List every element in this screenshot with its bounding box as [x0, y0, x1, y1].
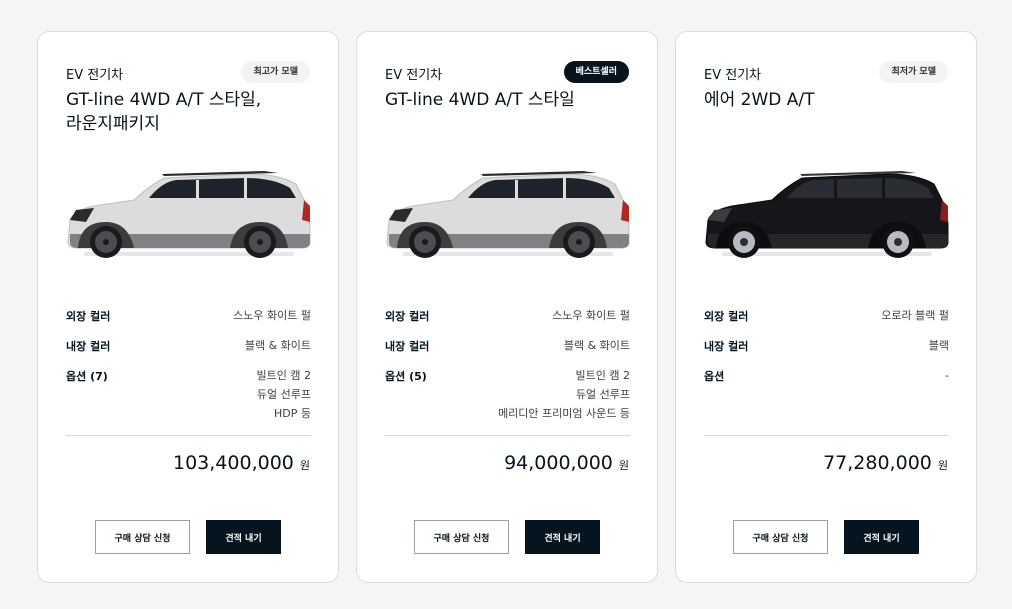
option-item: HDP 등 [274, 407, 311, 420]
option-item: 빌트인 캠 2 [256, 369, 311, 382]
spec-label: 내장 컬러 [385, 340, 430, 353]
category-label: EV 전기차 [66, 68, 124, 83]
spec-value: 블랙 & 화이트 [563, 339, 630, 352]
spec-label: 외장 컬러 [704, 310, 749, 323]
option-item: 듀얼 선루프 [575, 388, 630, 401]
price-unit: 원 [937, 459, 948, 472]
category-label: EV 전기차 [385, 68, 443, 83]
spec-list: 외장 컬러 스노우 화이트 펄 내장 컬러 블랙 & 화이트 옵션 (5) 빌트… [385, 308, 630, 436]
purchase-consult-button[interactable]: 구매 상담 신청 [733, 520, 828, 554]
price-value: 94,000,000 [504, 452, 613, 474]
divider [66, 435, 311, 436]
spec-list: 외장 컬러 오로라 블랙 펄 내장 컬러 블랙 옵션 - [704, 308, 949, 398]
spec-label: 옵션 (5) [385, 370, 427, 383]
get-quote-button[interactable]: 견적 내기 [525, 520, 600, 554]
price-unit: 원 [299, 459, 310, 472]
price-value: 77,280,000 [823, 452, 932, 474]
option-item: 빌트인 캠 2 [575, 369, 630, 382]
model-name-line-1: 에어 2WD A/T [704, 90, 815, 110]
model-name: GT-line 4WD A/T 스타일, 라운지패키지 [66, 88, 316, 136]
model-name: GT-line 4WD A/T 스타일 [385, 88, 635, 112]
price: 94,000,000 원 [504, 452, 629, 474]
car-image-black [705, 171, 949, 258]
spec-options: 옵션 (5) 빌트인 캠 2 듀얼 선루프 메리디안 프리미엄 사운드 등 [385, 368, 630, 423]
price-value: 103,400,000 [173, 452, 294, 474]
option-item: 듀얼 선루프 [256, 388, 311, 401]
spec-value: 오로라 블랙 펄 [881, 309, 949, 322]
spec-value-list: 빌트인 캠 2 듀얼 선루프 HDP 등 [257, 366, 311, 423]
car-image-white [67, 171, 311, 258]
price-unit: 원 [618, 459, 629, 472]
model-card: EV 전기차 최저가 모델 에어 2WD A/T 외장 컬러 오로라 블랙 펄 … [675, 31, 977, 583]
purchase-consult-button[interactable]: 구매 상담 신청 [414, 520, 509, 554]
model-card: EV 전기차 베스트셀러 GT-line 4WD A/T 스타일 외장 컬러 스… [356, 31, 658, 583]
spec-exterior: 외장 컬러 스노우 화이트 펄 [385, 308, 630, 325]
spec-label: 외장 컬러 [385, 310, 430, 323]
model-name-line-1: GT-line 4WD A/T 스타일 [385, 90, 575, 110]
model-name: 에어 2WD A/T [704, 88, 954, 112]
spec-label: 내장 컬러 [66, 340, 111, 353]
option-item: 메리디안 프리미엄 사운드 등 [498, 407, 630, 420]
price: 103,400,000 원 [173, 452, 310, 474]
spec-value-list: 빌트인 캠 2 듀얼 선루프 메리디안 프리미엄 사운드 등 [498, 366, 630, 423]
price: 77,280,000 원 [823, 452, 948, 474]
status-badge: 베스트셀러 [563, 61, 629, 83]
get-quote-button[interactable]: 견적 내기 [844, 520, 919, 554]
option-item: - [945, 369, 949, 382]
spec-value: 블랙 & 화이트 [244, 339, 311, 352]
spec-exterior: 외장 컬러 오로라 블랙 펄 [704, 308, 949, 325]
divider [385, 435, 630, 436]
spec-label: 옵션 (7) [66, 370, 108, 383]
spec-options: 옵션 (7) 빌트인 캠 2 듀얼 선루프 HDP 등 [66, 368, 311, 423]
status-badge: 최고가 모델 [241, 61, 310, 83]
spec-label: 옵션 [704, 370, 725, 383]
spec-exterior: 외장 컬러 스노우 화이트 펄 [66, 308, 311, 325]
spec-interior: 내장 컬러 블랙 & 화이트 [66, 338, 311, 355]
spec-interior: 내장 컬러 블랙 [704, 338, 949, 355]
spec-value: 스노우 화이트 펄 [233, 309, 311, 322]
divider [704, 435, 949, 436]
status-badge: 최저가 모델 [879, 61, 948, 83]
spec-interior: 내장 컬러 블랙 & 화이트 [385, 338, 630, 355]
spec-value-list: - [945, 366, 949, 385]
purchase-consult-button[interactable]: 구매 상담 신청 [95, 520, 190, 554]
model-name-line-1: GT-line 4WD A/T 스타일, [66, 90, 262, 110]
spec-options: 옵션 - [704, 368, 949, 385]
model-card: EV 전기차 최고가 모델 GT-line 4WD A/T 스타일, 라운지패키… [37, 31, 339, 583]
car-image-white [386, 171, 630, 258]
spec-list: 외장 컬러 스노우 화이트 펄 내장 컬러 블랙 & 화이트 옵션 (7) 빌트… [66, 308, 311, 436]
category-label: EV 전기차 [704, 68, 762, 83]
get-quote-button[interactable]: 견적 내기 [206, 520, 281, 554]
spec-label: 내장 컬러 [704, 340, 749, 353]
spec-label: 외장 컬러 [66, 310, 111, 323]
spec-value: 스노우 화이트 펄 [552, 309, 630, 322]
spec-value: 블랙 [928, 339, 949, 352]
model-name-line-2: 라운지패키지 [66, 114, 160, 134]
